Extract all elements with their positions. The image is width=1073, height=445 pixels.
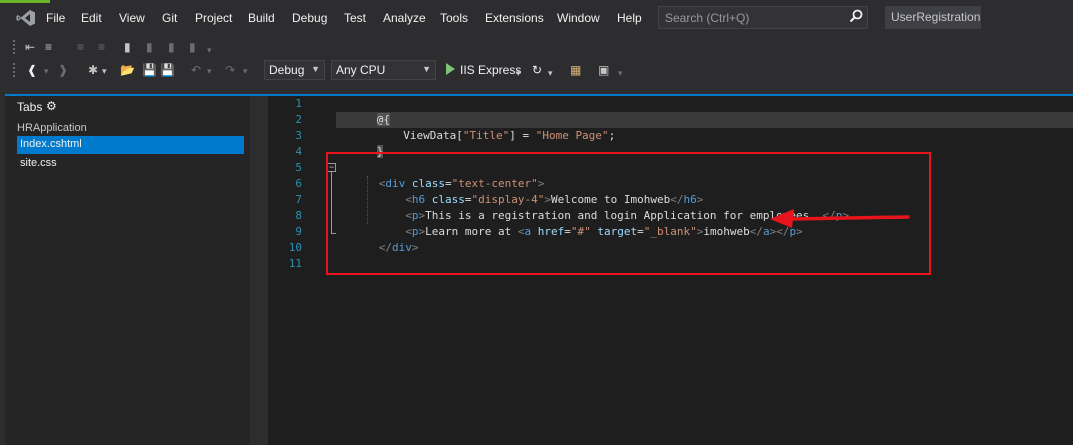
menu-project[interactable]: Project <box>195 11 232 25</box>
find-in-files-icon[interactable]: ▦ <box>570 63 581 77</box>
title-accent <box>0 0 50 3</box>
menu-tools[interactable]: Tools <box>440 11 468 25</box>
new-item-dropdown-icon[interactable]: ▾ <box>102 64 107 78</box>
prev-bookmark-icon[interactable]: ▮ <box>146 40 153 54</box>
line-number: 9 <box>295 225 302 238</box>
tabs-panel-title: Tabs <box>17 100 43 114</box>
save-icon[interactable]: 💾 <box>142 63 157 77</box>
menu-git[interactable]: Git <box>162 11 177 25</box>
menu-file[interactable]: File <box>46 11 65 25</box>
platform-dropdown[interactable]: Any CPU ▼ <box>331 60 436 80</box>
format-icon[interactable]: ≡ <box>45 40 52 54</box>
uncomment-icon[interactable]: ≡ <box>98 40 105 54</box>
search-placeholder: Search (Ctrl+Q) <box>665 11 750 25</box>
solution-name: UserRegistration <box>885 6 981 29</box>
line-number: 6 <box>295 177 302 190</box>
visual-studio-logo-icon[interactable] <box>16 9 36 27</box>
platform-value: Any CPU <box>336 63 386 77</box>
redo-icon[interactable]: ↷ <box>225 63 235 77</box>
configuration-dropdown[interactable]: Debug ▼ <box>264 60 325 80</box>
annotation-arrow-icon <box>770 209 910 228</box>
menu-build[interactable]: Build <box>248 11 275 25</box>
line-number: 5 <box>295 161 302 174</box>
back-dropdown-icon[interactable]: ▾ <box>44 64 49 78</box>
line-number: 2 <box>295 113 302 126</box>
line-number: 4 <box>295 145 302 158</box>
menu-help[interactable]: Help <box>617 11 642 25</box>
code-line-1: @{ <box>337 96 390 126</box>
new-item-icon[interactable]: ✱ <box>88 63 98 77</box>
clear-bookmarks-icon[interactable]: ▮ <box>189 40 196 54</box>
undo-dropdown-icon[interactable]: ▾ <box>207 64 212 78</box>
project-name: HRApplication <box>17 122 87 134</box>
menu-debug[interactable]: Debug <box>292 11 327 25</box>
tabs-panel: Tabs ⚙ HRApplication Index.cshtml site.c… <box>5 96 250 445</box>
menu-bar: File Edit View Git Project Build Debug T… <box>0 0 1073 36</box>
toolbar-overflow-icon[interactable]: ▾ <box>618 66 623 80</box>
gear-icon[interactable]: ⚙ <box>46 99 57 113</box>
code-text: ViewData["Title"] = "Home Page"; <box>376 129 616 142</box>
refresh-icon[interactable]: ↻ <box>532 63 542 77</box>
line-number-gutter: 1 2 3 4 5 6 7 8 9 10 11 <box>268 96 328 445</box>
code-line-3: } <box>337 128 384 158</box>
line-number: 10 <box>288 241 302 254</box>
bookmark-icon[interactable]: ▮ <box>124 40 131 54</box>
comment-icon[interactable]: ≡ <box>77 40 84 54</box>
refresh-dropdown-icon[interactable]: ▾ <box>548 66 553 80</box>
search-icon[interactable] <box>849 9 863 23</box>
next-bookmark-icon[interactable]: ▮ <box>168 40 175 54</box>
chevron-down-icon: ▼ <box>311 64 320 74</box>
forward-icon[interactable]: ❱ <box>58 63 68 77</box>
file-tab-index-cshtml[interactable]: Index.cshtml <box>17 136 244 154</box>
play-icon[interactable] <box>446 63 455 75</box>
run-target-button[interactable]: IIS Express <box>460 63 521 77</box>
chevron-down-icon: ▼ <box>422 64 431 74</box>
menu-edit[interactable]: Edit <box>81 11 102 25</box>
run-dropdown-icon[interactable]: ▾ <box>516 66 521 80</box>
line-number: 7 <box>295 193 302 206</box>
undo-icon[interactable]: ↶ <box>191 63 201 77</box>
menu-test[interactable]: Test <box>344 11 366 25</box>
indent-icon[interactable]: ⇤ <box>25 40 35 54</box>
toolbar-grip[interactable] <box>13 40 17 54</box>
screenshot-icon[interactable]: ▣ <box>598 63 609 77</box>
line-number: 3 <box>295 129 302 142</box>
menu-window[interactable]: Window <box>557 11 600 25</box>
back-icon[interactable]: ❰ <box>27 63 37 77</box>
redo-dropdown-icon[interactable]: ▾ <box>243 64 248 78</box>
menu-analyze[interactable]: Analyze <box>383 11 426 25</box>
menu-view[interactable]: View <box>119 11 145 25</box>
line-number: 8 <box>295 209 302 222</box>
configuration-value: Debug <box>269 63 305 77</box>
save-all-icon[interactable]: 💾 <box>160 63 175 77</box>
line-number: 11 <box>288 257 302 270</box>
line-number: 1 <box>295 97 302 110</box>
menu-extensions[interactable]: Extensions <box>485 11 544 25</box>
code-line-2: ViewData["Title"] = "Home Page"; <box>337 112 615 142</box>
open-folder-icon[interactable]: 📂 <box>120 63 135 77</box>
toolbar-row-1: ⇤ ≡ ≡ ≡ ▮ ▮ ▮ ▮ ▾ <box>0 36 1073 58</box>
file-tab-site-css[interactable]: site.css <box>17 155 244 173</box>
search-input[interactable]: Search (Ctrl+Q) <box>658 6 868 29</box>
overflow-icon[interactable]: ▾ <box>207 43 212 57</box>
toolbar-grip[interactable] <box>13 63 17 77</box>
